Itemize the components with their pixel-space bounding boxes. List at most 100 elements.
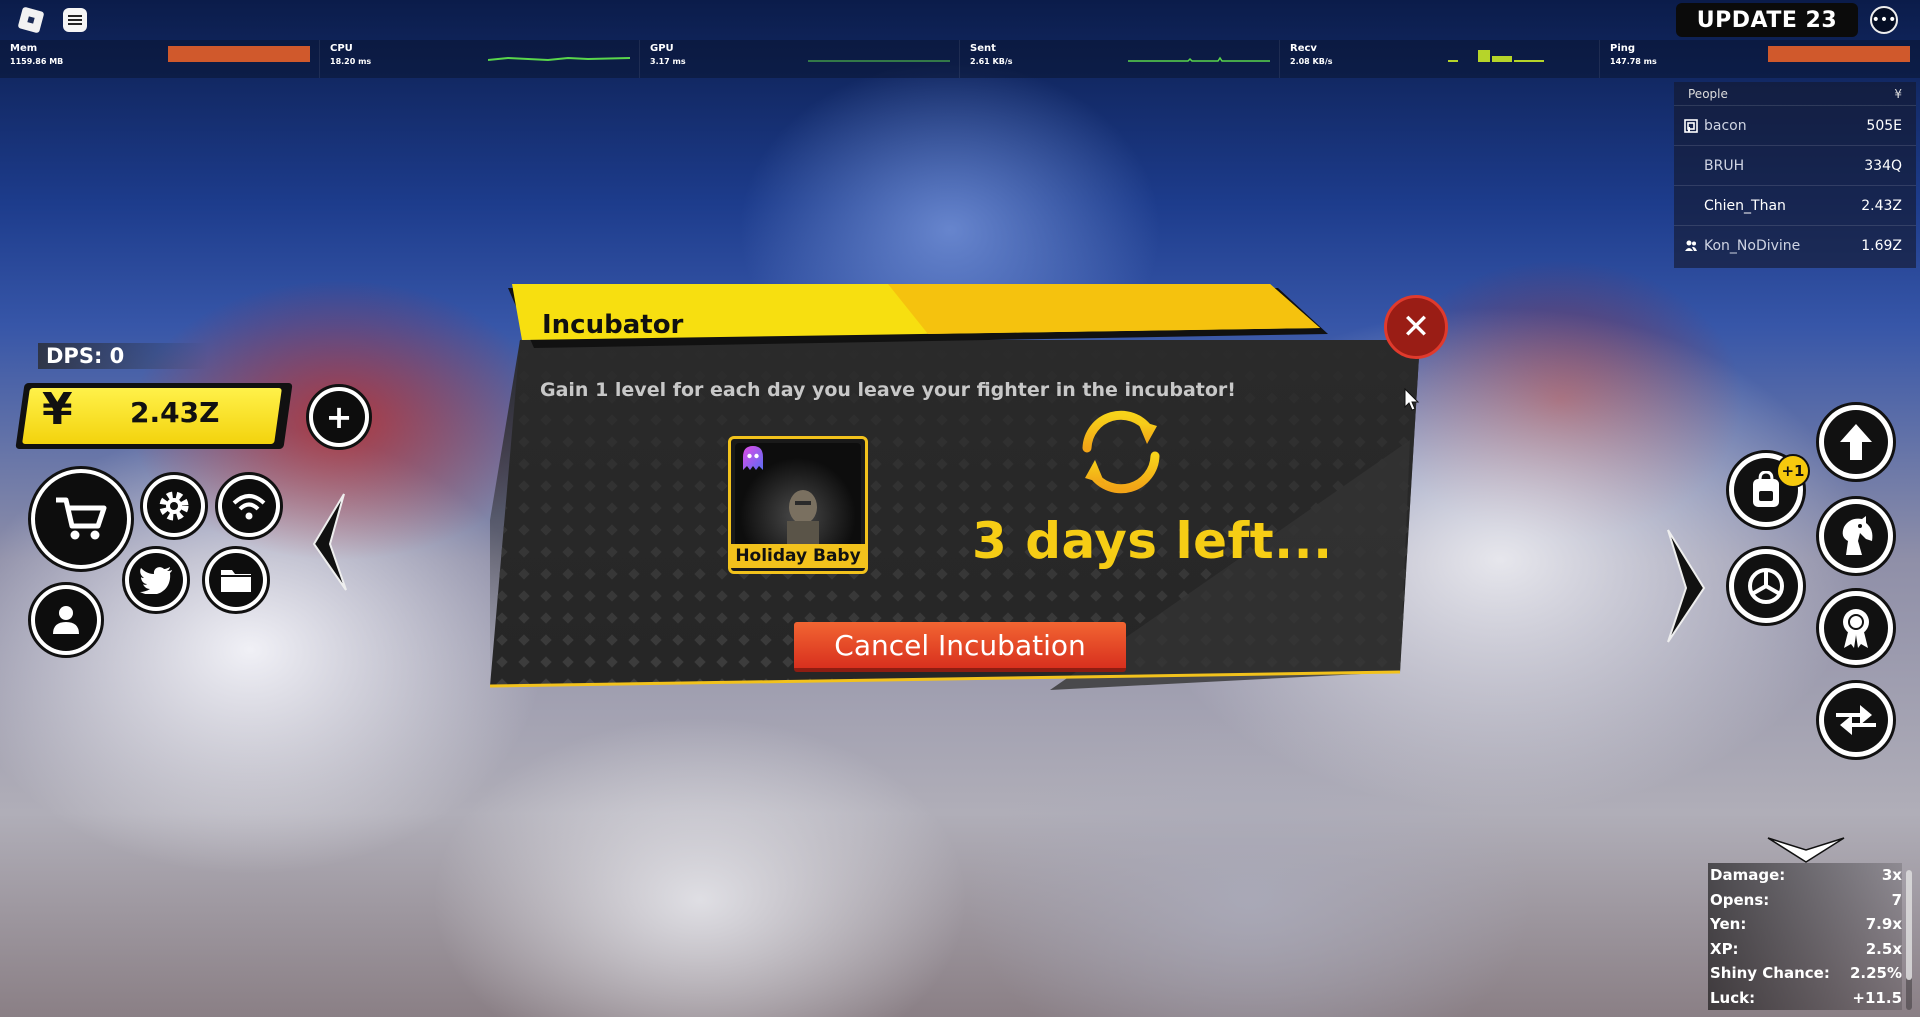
- player-name: Chien_Than: [1704, 197, 1786, 214]
- stat-ping: Ping 147.78 ms: [1600, 40, 1920, 78]
- bonus-label: XP:: [1710, 939, 1739, 958]
- gear-icon: [159, 491, 189, 521]
- collapse-chevron-icon[interactable]: [1766, 836, 1846, 866]
- close-icon: ✕: [1401, 307, 1431, 347]
- next-page-arrow[interactable]: [1662, 528, 1708, 644]
- stat-graph: [1768, 46, 1910, 62]
- user-icon: [53, 606, 79, 634]
- premium-icon: [1684, 118, 1698, 133]
- days-left-text: 3 days left...: [972, 512, 1333, 570]
- bonus-label: Yen:: [1710, 915, 1747, 934]
- top-bar: UPDATE 23 •••: [0, 0, 1920, 40]
- player-name: Kon_NoDivine: [1704, 237, 1801, 254]
- twitter-icon: [140, 567, 172, 594]
- friends-icon: [1685, 240, 1697, 251]
- wifi-button[interactable]: [215, 472, 283, 540]
- bonus-row: XP: 2.5x: [1708, 936, 1902, 961]
- folder-button[interactable]: [202, 546, 270, 614]
- fighter-name: Holiday Baby: [731, 544, 865, 568]
- roblox-menu-icon[interactable]: [17, 6, 45, 34]
- bonus-row: Luck: +11.5: [1708, 985, 1902, 1010]
- leaderboard-header: People ¥: [1674, 82, 1916, 105]
- stat-graph: [808, 60, 950, 62]
- leaderboard-row[interactable]: Chien_Than 2.43Z: [1674, 185, 1916, 225]
- bonus-label: Damage:: [1710, 866, 1786, 885]
- stat-graph: [168, 46, 310, 62]
- player-value: 334Q: [1864, 157, 1902, 174]
- wifi-icon: [232, 494, 266, 520]
- crafting-button[interactable]: [1726, 546, 1806, 626]
- fighters-button[interactable]: [1816, 496, 1896, 576]
- stat-value: 147.78 ms: [1610, 57, 1657, 66]
- bonus-label: Opens:: [1710, 890, 1770, 909]
- yen-value: 2.43Z: [130, 396, 220, 429]
- leaderboard-row[interactable]: bacon 505E: [1674, 105, 1916, 145]
- folder-icon: [221, 570, 251, 592]
- update-banner[interactable]: UPDATE 23: [1676, 3, 1858, 37]
- arrow-up-icon: [1840, 424, 1872, 460]
- bonus-scrollbar-thumb[interactable]: [1906, 870, 1912, 980]
- player-value: 2.43Z: [1861, 197, 1902, 214]
- bonus-value: 7.9x: [1865, 915, 1902, 934]
- profile-button[interactable]: [28, 582, 104, 658]
- stat-label: Recv: [1290, 43, 1317, 54]
- player-value: 1.69Z: [1861, 237, 1902, 254]
- bonus-label: Shiny Chance:: [1710, 964, 1830, 983]
- add-yen-button[interactable]: +: [306, 384, 372, 450]
- dps-counter: DPS: 0: [38, 343, 208, 369]
- player-name: bacon: [1704, 117, 1747, 134]
- swap-arrows-icon: [1836, 705, 1876, 735]
- refresh-icon: [1082, 410, 1160, 494]
- bonus-value: 2.5x: [1865, 939, 1902, 958]
- award-icon: [1843, 609, 1869, 648]
- player-name: BRUH: [1704, 157, 1745, 174]
- upgrade-button[interactable]: [1816, 402, 1896, 482]
- bonus-value: 3x: [1881, 866, 1902, 885]
- leaderboard-row[interactable]: BRUH 334Q: [1674, 145, 1916, 185]
- bonus-row: Yen: 7.9x: [1708, 912, 1902, 937]
- stat-value: 2.08 KB/s: [1290, 57, 1333, 66]
- more-options-icon[interactable]: •••: [1870, 6, 1898, 34]
- bonus-label: Luck:: [1710, 988, 1756, 1007]
- twitter-button[interactable]: [122, 546, 190, 614]
- bonus-value: +11.5: [1852, 988, 1902, 1007]
- ghost-icon: [743, 446, 763, 470]
- stat-label: CPU: [330, 43, 353, 54]
- fighter-card[interactable]: Holiday Baby: [728, 436, 868, 574]
- stat-label: Mem: [10, 43, 38, 54]
- modal-title: Incubator: [542, 310, 684, 340]
- stat-value: 2.61 KB/s: [970, 57, 1013, 66]
- player-leaderboard: People ¥ bacon 505E BRUH 334Q Chien_Than…: [1674, 82, 1916, 268]
- leaderboard-row[interactable]: Kon_NoDivine 1.69Z: [1674, 225, 1916, 265]
- chat-icon[interactable]: [63, 8, 87, 32]
- previous-page-arrow[interactable]: [310, 492, 350, 592]
- achievements-button[interactable]: [1816, 588, 1896, 668]
- stat-gpu: GPU 3.17 ms: [640, 40, 960, 78]
- settings-button[interactable]: [140, 472, 208, 540]
- shop-button[interactable]: [28, 466, 134, 572]
- notification-badge: +1: [1776, 454, 1810, 488]
- pie-split-icon: [1748, 568, 1784, 604]
- leaderboard-header-currency: ¥: [1894, 86, 1902, 101]
- stat-sent: Sent 2.61 KB/s: [960, 40, 1280, 78]
- stat-cpu: CPU 18.20 ms: [320, 40, 640, 78]
- bonus-stats-panel: Damage: 3x Opens: 7 Yen: 7.9x XP: 2.5x Shiny…: [1708, 863, 1902, 1017]
- cart-icon: [56, 497, 107, 540]
- stat-recv: Recv 2.08 KB/s: [1280, 40, 1600, 78]
- stat-graph: [1128, 56, 1270, 62]
- bonus-row: Damage: 3x: [1708, 863, 1902, 888]
- stat-value: 1159.86 MB: [10, 57, 64, 66]
- stat-value: 18.20 ms: [330, 57, 372, 66]
- horse-icon: [1842, 516, 1873, 555]
- stat-value: 3.17 ms: [650, 57, 686, 66]
- stat-label: GPU: [650, 43, 674, 54]
- modal-subtitle: Gain 1 level for each day you leave your…: [540, 379, 1236, 401]
- stat-graph: [488, 56, 630, 62]
- bonus-scrollbar[interactable]: [1906, 870, 1912, 1010]
- cancel-incubation-button[interactable]: Cancel Incubation: [794, 622, 1126, 672]
- leaderboard-header-people: People: [1688, 86, 1728, 101]
- bonus-row: Opens: 7: [1708, 887, 1902, 912]
- trade-button[interactable]: [1816, 680, 1896, 760]
- stat-graph: [1448, 50, 1544, 62]
- close-modal-button[interactable]: ✕: [1384, 295, 1448, 359]
